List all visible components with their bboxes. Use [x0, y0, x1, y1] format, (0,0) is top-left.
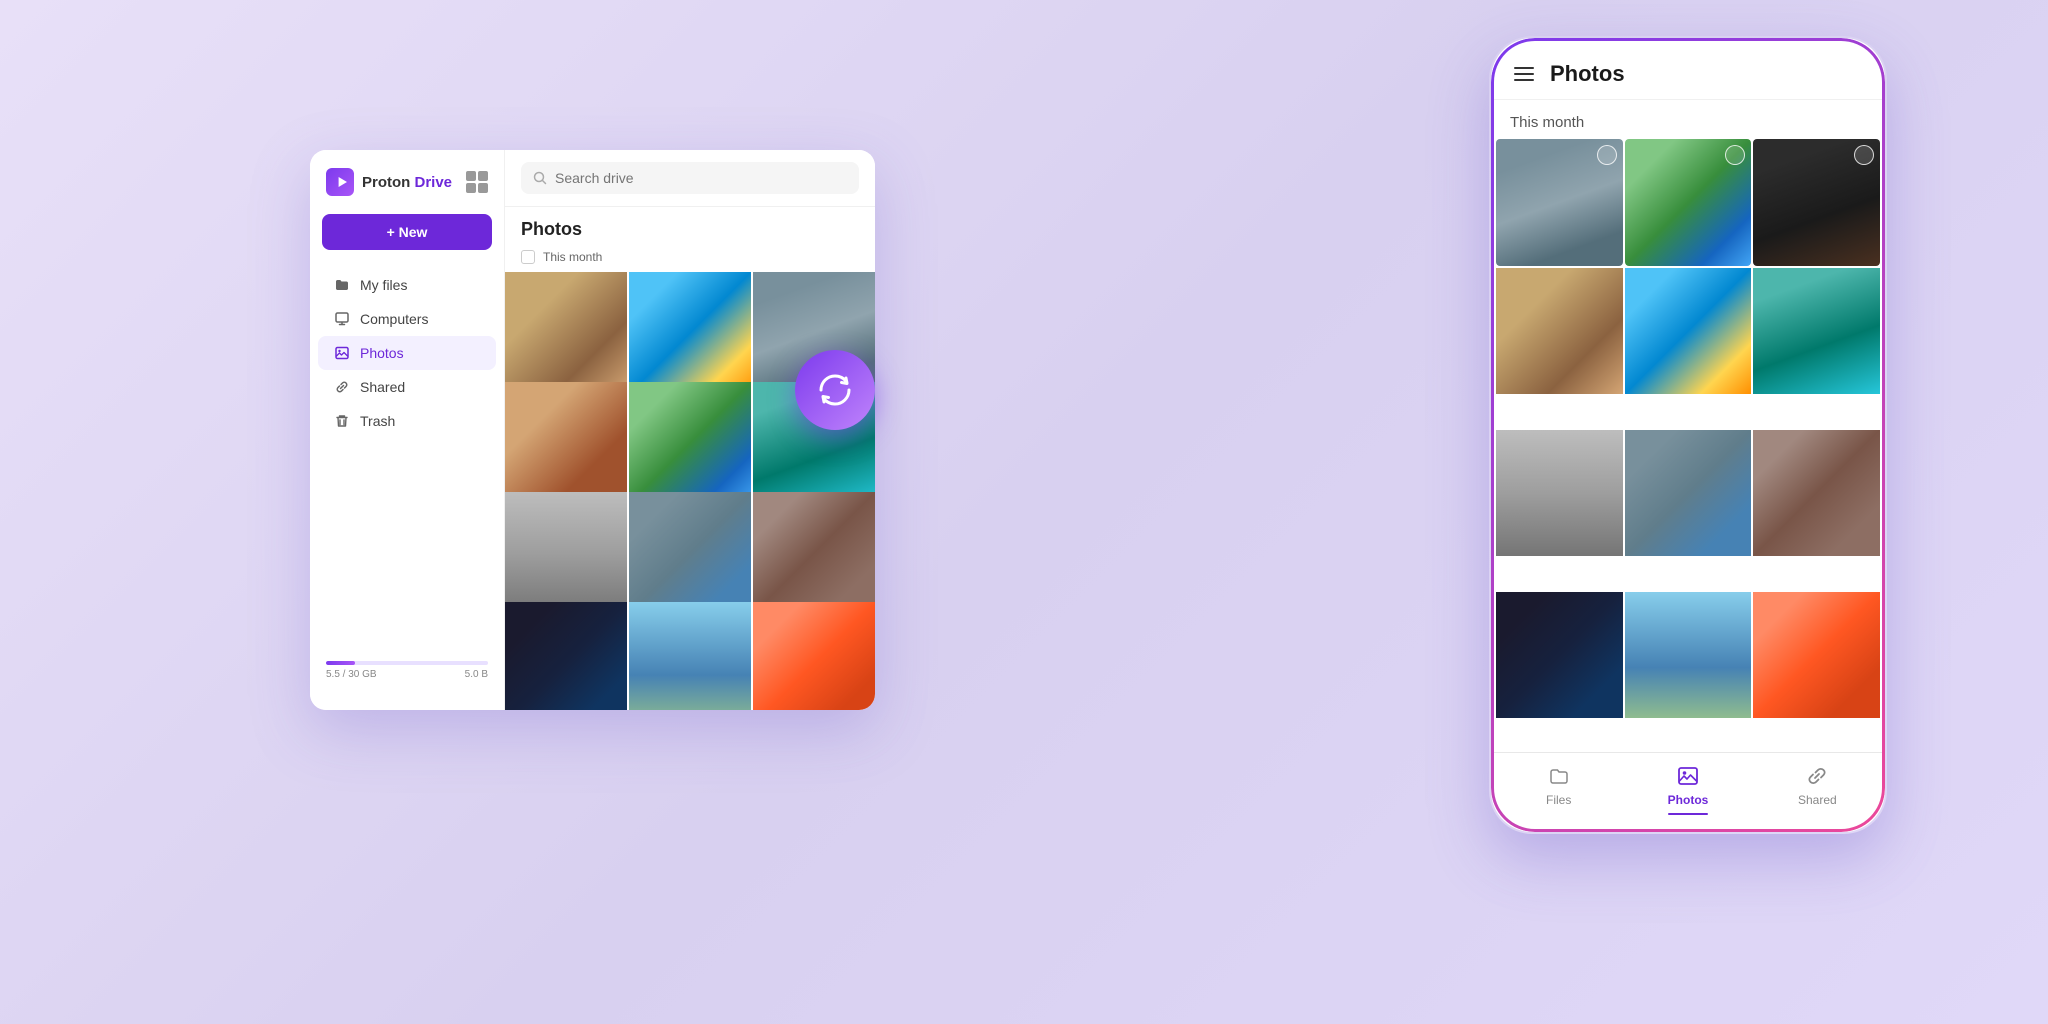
sidebar: Proton Drive + New My files	[310, 150, 505, 710]
mobile-photo-7[interactable]	[1496, 592, 1623, 719]
sidebar-logo: Proton Drive	[310, 168, 504, 214]
sidebar-item-photos[interactable]: Photos	[318, 336, 496, 370]
photos-label: Photos	[360, 345, 404, 361]
mobile-photo-grid	[1494, 266, 1882, 752]
desktop-app-window: Proton Drive + New My files	[310, 150, 875, 710]
mobile-this-month: This month	[1494, 100, 1882, 139]
hamburger-menu[interactable]	[1514, 67, 1534, 81]
photo-cell-5[interactable]	[629, 382, 751, 504]
mobile-photo-6[interactable]	[1753, 430, 1880, 557]
photos-section-title: Photos	[505, 207, 875, 246]
mobile-photo-4[interactable]	[1496, 430, 1623, 557]
photo-cell-9[interactable]	[753, 492, 875, 614]
trash-icon	[334, 413, 350, 429]
photo-cell-8[interactable]	[629, 492, 751, 614]
mobile-photo-3[interactable]	[1753, 268, 1880, 395]
sidebar-item-computers[interactable]: Computers	[318, 302, 496, 336]
sidebar-item-shared[interactable]: Shared	[318, 370, 496, 404]
mobile-photo-9[interactable]	[1753, 592, 1880, 719]
mobile-photos-icon	[1675, 763, 1701, 789]
mobile-photo-2[interactable]	[1625, 268, 1752, 395]
trash-label: Trash	[360, 413, 395, 429]
monitor-icon	[334, 311, 350, 327]
photo-check-3	[1854, 145, 1874, 165]
photo-check-1	[1597, 145, 1617, 165]
storage-bar	[326, 661, 488, 665]
photo-cell-7[interactable]	[505, 492, 627, 614]
storage-section: 5.5 / 30 GB 5.0 B	[310, 643, 504, 692]
photo-grid	[505, 272, 875, 710]
mobile-nav: Files Photos	[1494, 752, 1882, 830]
my-files-label: My files	[360, 277, 407, 293]
photo-check-2	[1725, 145, 1745, 165]
mobile-top-photos	[1494, 139, 1882, 266]
mobile-photo-top-2[interactable]	[1625, 139, 1752, 266]
folder-icon	[334, 277, 350, 293]
search-input-wrapper[interactable]	[521, 162, 859, 194]
search-bar	[505, 150, 875, 207]
shared-label: Shared	[360, 379, 405, 395]
photo-cell-2[interactable]	[629, 272, 751, 394]
mobile-title: Photos	[1550, 61, 1625, 87]
new-button[interactable]: + New	[322, 214, 492, 250]
photos-active-bar	[1668, 813, 1708, 816]
this-month-section: This month	[505, 246, 875, 272]
mobile-files-label: Files	[1546, 793, 1571, 807]
app-title: Proton Drive	[362, 174, 452, 191]
mobile-photo-1[interactable]	[1496, 268, 1623, 395]
photo-cell-10[interactable]	[505, 602, 627, 710]
sidebar-item-my-files[interactable]: My files	[318, 268, 496, 302]
computers-label: Computers	[360, 311, 428, 327]
mobile-photo-8[interactable]	[1625, 592, 1752, 719]
mobile-nav-files[interactable]: Files	[1494, 763, 1623, 816]
storage-text: 5.5 / 30 GB 5.0 B	[326, 669, 488, 680]
mobile-photos-label: Photos	[1668, 793, 1709, 807]
photo-cell-11[interactable]	[629, 602, 751, 710]
mobile-shared-label: Shared	[1798, 793, 1837, 807]
link-icon	[334, 379, 350, 395]
this-month-checkbox[interactable]	[521, 250, 535, 264]
mobile-shared-icon	[1804, 763, 1830, 789]
photo-cell-4[interactable]	[505, 382, 627, 504]
mobile-nav-shared[interactable]: Shared	[1753, 763, 1882, 816]
photo-cell-1[interactable]	[505, 272, 627, 394]
storage-bar-fill	[326, 661, 355, 665]
sidebar-item-trash[interactable]: Trash	[318, 404, 496, 438]
image-icon	[334, 345, 350, 361]
search-input[interactable]	[555, 170, 847, 186]
mobile-nav-photos[interactable]: Photos	[1623, 763, 1752, 816]
search-icon	[533, 171, 547, 185]
sync-button[interactable]	[795, 350, 875, 430]
sync-icon	[813, 368, 857, 412]
mobile-photo-5[interactable]	[1625, 430, 1752, 557]
main-content: Photos This month	[505, 150, 875, 710]
photo-cell-12[interactable]	[753, 602, 875, 710]
mobile-photo-top-3[interactable]	[1753, 139, 1880, 266]
mobile-header: Photos	[1494, 41, 1882, 100]
mobile-photo-top-1[interactable]	[1496, 139, 1623, 266]
grid-menu-icon[interactable]	[466, 171, 488, 193]
mobile-phone: Photos This month	[1488, 35, 1888, 835]
mobile-files-icon	[1546, 763, 1572, 789]
proton-logo-icon	[326, 168, 354, 196]
mobile-inner: Photos This month	[1494, 41, 1882, 829]
